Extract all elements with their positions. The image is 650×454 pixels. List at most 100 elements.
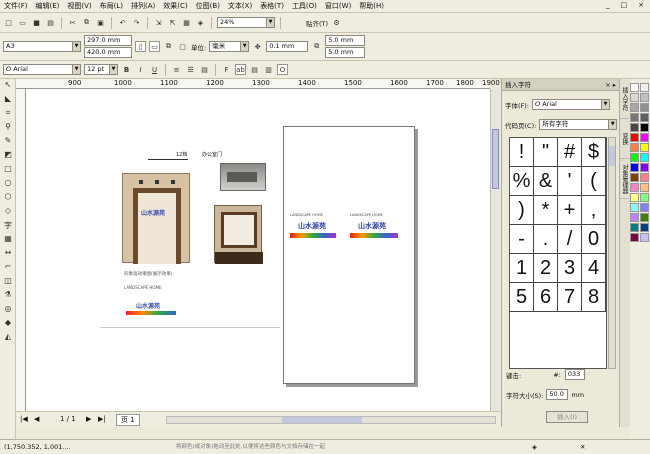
glyph-cell[interactable]: ( <box>582 167 606 196</box>
color-swatch[interactable] <box>630 83 639 92</box>
color-swatch[interactable] <box>630 103 639 112</box>
glyph-cell[interactable]: & <box>534 167 558 196</box>
menu-layout[interactable]: 布局(L) <box>96 1 127 11</box>
glyph-cell[interactable]: * <box>534 196 558 225</box>
color-swatch[interactable] <box>630 173 639 182</box>
crop-tool-icon[interactable]: ⌗ <box>1 108 15 121</box>
office-photo[interactable] <box>220 163 266 191</box>
tab-insert-character[interactable]: 插入字符 <box>620 79 629 119</box>
glyph-cell[interactable]: $ <box>582 138 606 167</box>
color-swatch[interactable] <box>640 173 649 182</box>
copy-icon[interactable]: ⧉ <box>81 17 92 28</box>
duplicate-y-field[interactable]: 5.0 mm <box>325 47 366 58</box>
eyedropper-tool-icon[interactable]: ⚗ <box>1 290 15 303</box>
glyph-cell[interactable]: 0 <box>582 225 606 254</box>
text-tool-icon[interactable]: 字 <box>1 220 15 233</box>
codepage-select[interactable]: 所有字符 ▼ <box>539 119 618 130</box>
color-swatch[interactable] <box>640 223 649 232</box>
color-swatch[interactable] <box>640 123 649 132</box>
vertical-scrollbar[interactable] <box>490 89 500 411</box>
menu-file[interactable]: 文件(F) <box>0 1 32 11</box>
color-swatch[interactable] <box>630 113 639 122</box>
color-swatch[interactable] <box>640 213 649 222</box>
interactive-fill-icon[interactable]: ◭ <box>1 332 15 345</box>
bullets-icon[interactable]: ☰ <box>185 64 196 75</box>
color-swatch[interactable] <box>630 183 639 192</box>
glyph-cell[interactable]: 2 <box>534 254 558 283</box>
character-format-icon[interactable]: F <box>221 64 232 75</box>
font-size-select[interactable]: 12 pt ▼ <box>84 64 118 75</box>
glyph-cell[interactable]: - <box>510 225 534 254</box>
color-swatch[interactable] <box>630 123 639 132</box>
shape-tool-icon[interactable]: ◣ <box>1 94 15 107</box>
menu-arrange[interactable]: 排列(A) <box>127 1 159 11</box>
pick-tool-icon[interactable]: ↖ <box>1 80 15 93</box>
font-icon[interactable]: O <box>277 64 288 75</box>
save-icon[interactable]: ■ <box>31 17 42 28</box>
blend-tool-icon[interactable]: ◫ <box>1 276 15 289</box>
menu-edit[interactable]: 编辑(E) <box>32 1 64 11</box>
glyph-cell[interactable]: % <box>510 167 534 196</box>
fill-tool-icon[interactable]: ◆ <box>1 318 15 331</box>
dimension-tool-icon[interactable]: ↔ <box>1 248 15 261</box>
color-swatch[interactable] <box>640 193 649 202</box>
glyph-cell[interactable]: 7 <box>558 283 582 312</box>
edit-text-icon[interactable]: ab <box>235 64 246 75</box>
page-height-field[interactable]: 420.0 mm <box>84 47 132 58</box>
glyph-cell[interactable]: 4 <box>582 254 606 283</box>
glyph-scrollbar[interactable] <box>608 137 616 369</box>
color-swatch[interactable] <box>640 103 649 112</box>
color-swatch[interactable] <box>640 183 649 192</box>
close-button[interactable]: × <box>634 1 648 9</box>
glyph-cell[interactable]: 3 <box>558 254 582 283</box>
smart-fill-icon[interactable]: ◩ <box>1 150 15 163</box>
glyph-cell[interactable]: " <box>534 138 558 167</box>
italic-button[interactable]: I <box>135 64 146 75</box>
page-width-field[interactable]: 297.0 mm <box>84 35 132 46</box>
menu-view[interactable]: 视图(V) <box>63 1 95 11</box>
docker-font-select[interactable]: O Arial ▼ <box>532 99 611 110</box>
color-swatch[interactable] <box>640 143 649 152</box>
glyph-cell[interactable]: / <box>558 225 582 254</box>
glyph-cell[interactable]: . <box>534 225 558 254</box>
scroll-thumb[interactable] <box>609 146 615 166</box>
drawing-canvas[interactable]: 山水源苑 12档 办公室门 形象墙效果图(展示效果) LANDSCAPE HOM… <box>26 89 490 411</box>
color-swatch[interactable] <box>630 93 639 102</box>
rectangle-tool-icon[interactable]: □ <box>1 164 15 177</box>
export-icon[interactable]: ⇱ <box>167 17 178 28</box>
glyph-cell[interactable]: # <box>558 138 582 167</box>
restore-button[interactable]: □ <box>617 1 632 9</box>
glyph-cell[interactable]: 8 <box>582 283 606 312</box>
undo-icon[interactable]: ↶ <box>117 17 128 28</box>
color-swatch[interactable] <box>630 233 639 242</box>
import-icon[interactable]: ⇲ <box>153 17 164 28</box>
table-tool-icon[interactable]: ▦ <box>1 234 15 247</box>
snap-dropdown[interactable]: 贴齐(T) <box>306 18 328 28</box>
glyph-cell[interactable]: 1 <box>510 254 534 283</box>
duplicate-x-field[interactable]: 5.0 mm <box>325 35 366 46</box>
vertical-text-icon[interactable]: ▥ <box>263 64 274 75</box>
minimize-button[interactable]: _ <box>602 1 614 9</box>
landscape-icon[interactable]: ▭ <box>149 41 160 52</box>
color-swatch[interactable] <box>640 153 649 162</box>
welcome-icon[interactable]: ◈ <box>195 17 206 28</box>
color-swatch[interactable] <box>640 233 649 242</box>
freehand-tool-icon[interactable]: ✎ <box>1 136 15 149</box>
docker-close-icon[interactable]: × ▸ <box>605 79 616 91</box>
cut-icon[interactable]: ✂ <box>67 17 78 28</box>
zoom-select[interactable]: 24% ▼ <box>217 17 275 28</box>
color-swatch[interactable] <box>630 223 639 232</box>
horizontal-ruler[interactable]: 900 1000 1100 1200 1300 1400 1500 1600 1… <box>16 79 500 89</box>
outline-tool-icon[interactable]: ◎ <box>1 304 15 317</box>
open-icon[interactable]: ▭ <box>17 17 28 28</box>
next-page-icon[interactable]: ▶ <box>86 415 91 423</box>
bold-button[interactable]: B <box>121 64 132 75</box>
redo-icon[interactable]: ↷ <box>131 17 142 28</box>
font-select[interactable]: O Arial ▼ <box>3 64 81 75</box>
glyph-cell[interactable]: ! <box>510 138 534 167</box>
color-swatch[interactable] <box>630 133 639 142</box>
color-swatch[interactable] <box>640 93 649 102</box>
units-select[interactable]: 毫米 ▼ <box>209 41 250 52</box>
tab-transform[interactable]: 变换 <box>620 119 629 159</box>
color-swatch[interactable] <box>640 133 649 142</box>
